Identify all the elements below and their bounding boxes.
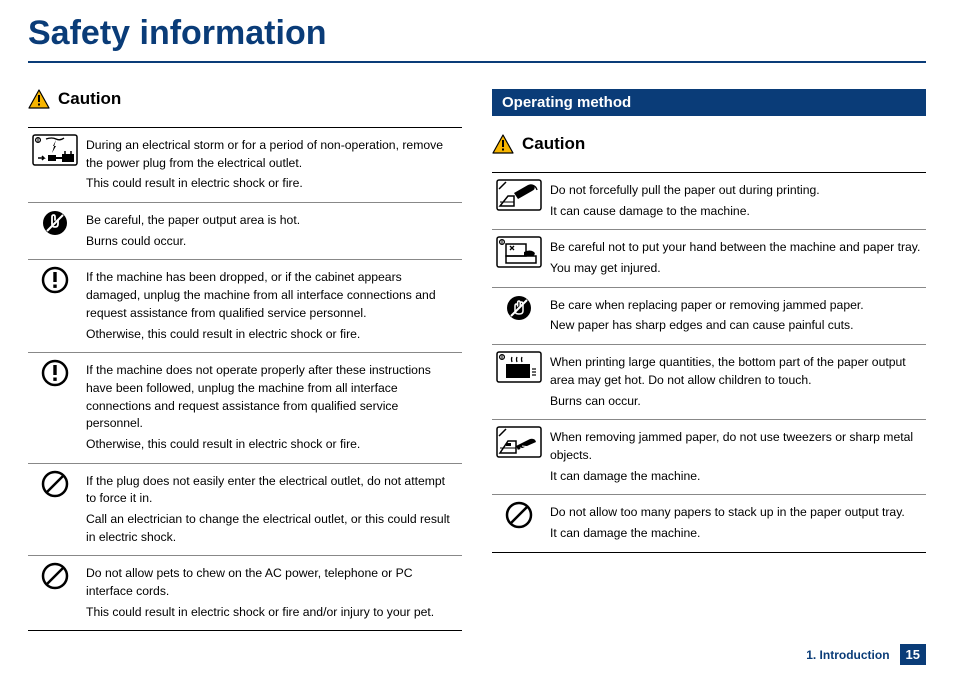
caution-heading-left: Caution	[28, 89, 462, 109]
caution-label: Caution	[58, 89, 121, 109]
safety-text: Be careful, the paper output area is hot…	[86, 212, 458, 230]
safety-text: If the plug does not easily enter the el…	[86, 473, 458, 508]
table-row: Be careful, the paper output area is hot…	[28, 203, 462, 260]
safety-text: Do not forcefully pull the paper out dur…	[550, 182, 922, 200]
page-number: 15	[900, 644, 926, 665]
right-column: Operating method Caution Do not forceful…	[492, 89, 926, 631]
safety-text: Burns could occur.	[86, 233, 458, 251]
alert-circle-icon	[28, 260, 82, 353]
safety-text: It can damage the machine.	[550, 525, 922, 543]
left-safety-table: During an electrical storm or for a peri…	[28, 127, 462, 631]
table-row: Be careful not to put your hand between …	[492, 230, 926, 287]
storm-plug-icon	[28, 128, 82, 203]
table-row: If the plug does not easily enter the el…	[28, 463, 462, 556]
no-touch-icon	[28, 203, 82, 260]
left-column: Caution During an electrical storm or fo…	[28, 89, 462, 631]
caution-triangle-icon	[28, 89, 50, 109]
safety-text: Otherwise, this could result in electric…	[86, 326, 458, 344]
prohibit-icon	[28, 463, 82, 556]
right-safety-table: Do not forcefully pull the paper out dur…	[492, 172, 926, 553]
safety-text: Call an electrician to change the electr…	[86, 511, 458, 546]
content-columns: Caution During an electrical storm or fo…	[28, 89, 926, 631]
page-footer: 1. Introduction 15	[806, 644, 926, 665]
operating-method-heading: Operating method	[492, 89, 926, 116]
table-row: When printing large quantities, the bott…	[492, 345, 926, 420]
table-row: Do not allow too many papers to stack up…	[492, 495, 926, 552]
table-row: Be care when replacing paper or removing…	[492, 287, 926, 344]
safety-text: If the machine has been dropped, or if t…	[86, 269, 458, 322]
safety-text: Be careful not to put your hand between …	[550, 239, 922, 257]
safety-text: Be care when replacing paper or removing…	[550, 297, 922, 315]
printer-hot-icon	[492, 345, 546, 420]
page-title: Safety information	[28, 10, 926, 63]
hand-tray-icon	[492, 230, 546, 287]
tweezers-icon	[492, 420, 546, 495]
prohibit-icon	[492, 495, 546, 552]
safety-text: This could result in electric shock or f…	[86, 604, 458, 622]
chapter-label: 1. Introduction	[806, 648, 889, 662]
prohibit-icon	[28, 556, 82, 631]
safety-text: During an electrical storm or for a peri…	[86, 137, 458, 172]
no-hand-icon	[492, 287, 546, 344]
caution-heading-right: Caution	[492, 134, 926, 154]
table-row: When removing jammed paper, do not use t…	[492, 420, 926, 495]
safety-text: This could result in electric shock or f…	[86, 175, 458, 193]
safety-text: Burns can occur.	[550, 393, 922, 411]
safety-text: Do not allow pets to chew on the AC powe…	[86, 565, 458, 600]
safety-text: Do not allow too many papers to stack up…	[550, 504, 922, 522]
table-row: If the machine has been dropped, or if t…	[28, 260, 462, 353]
safety-text: It can damage the machine.	[550, 468, 922, 486]
table-row: If the machine does not operate properly…	[28, 353, 462, 463]
safety-text: New paper has sharp edges and can cause …	[550, 317, 922, 335]
caution-label: Caution	[522, 134, 585, 154]
pull-paper-icon	[492, 173, 546, 230]
alert-circle-icon	[28, 353, 82, 463]
safety-text: It can cause damage to the machine.	[550, 203, 922, 221]
table-row: Do not allow pets to chew on the AC powe…	[28, 556, 462, 631]
safety-text: You may get injured.	[550, 260, 922, 278]
safety-text: When printing large quantities, the bott…	[550, 354, 922, 389]
table-row: Do not forcefully pull the paper out dur…	[492, 173, 926, 230]
safety-text: Otherwise, this could result in electric…	[86, 436, 458, 454]
caution-triangle-icon	[492, 134, 514, 154]
safety-text: If the machine does not operate properly…	[86, 362, 458, 433]
table-row: During an electrical storm or for a peri…	[28, 128, 462, 203]
safety-text: When removing jammed paper, do not use t…	[550, 429, 922, 464]
